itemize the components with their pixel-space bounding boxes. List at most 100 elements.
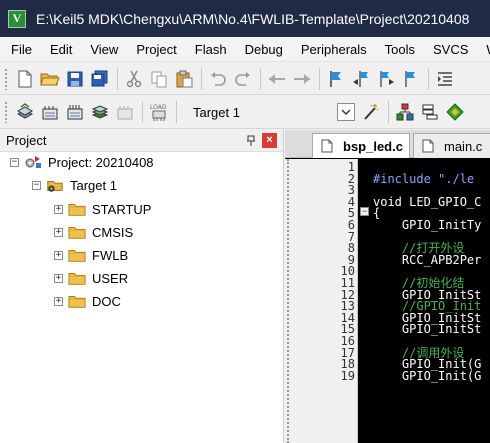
save-icon xyxy=(67,71,83,86)
insert-bookmark-button[interactable] xyxy=(324,67,348,91)
menu-file[interactable]: File xyxy=(0,42,41,57)
toolbar-separator xyxy=(388,101,389,123)
save-button[interactable] xyxy=(63,67,87,91)
code-line: #include "./le xyxy=(373,171,475,186)
toolbar-separator xyxy=(260,67,261,90)
tree-group-doc[interactable]: + DOC xyxy=(54,291,121,311)
menu-edit[interactable]: Edit xyxy=(41,42,81,57)
menu-window[interactable]: W xyxy=(477,42,490,57)
folder-icon xyxy=(68,293,86,309)
open-file-button[interactable] xyxy=(38,67,62,91)
arrow-right-icon xyxy=(294,73,310,84)
folder-icon xyxy=(68,201,86,217)
tab-main-c[interactable]: main.c xyxy=(413,133,490,158)
paste-button[interactable] xyxy=(172,67,196,91)
batch-build-icon xyxy=(91,105,109,119)
code-line: RCC_APB2Per xyxy=(373,252,482,267)
toolbar-separator xyxy=(117,67,118,90)
flag-icon xyxy=(330,70,341,87)
download-button[interactable]: LOAD xyxy=(147,100,171,124)
group-label: FWLB xyxy=(92,247,129,263)
undo-button[interactable] xyxy=(206,67,230,91)
expand-icon[interactable]: + xyxy=(54,273,63,283)
project-gear-icon xyxy=(24,154,42,170)
tree-project-root[interactable]: − Project: 20210408 xyxy=(10,152,154,172)
chevron-down-icon xyxy=(341,109,351,115)
group-label: USER xyxy=(92,270,129,286)
project-panel: Project × − Project: 20210408 − Target 1… xyxy=(0,130,284,443)
target-folder-icon xyxy=(46,177,64,193)
tree-group-user[interactable]: + USER xyxy=(54,268,128,288)
close-icon[interactable]: × xyxy=(262,133,277,148)
copy-button[interactable] xyxy=(147,67,171,91)
fold-collapse-icon[interactable]: − xyxy=(360,207,369,216)
clear-bookmarks-button[interactable] xyxy=(399,67,423,91)
code-line: GPIO_InitTy xyxy=(373,217,482,232)
line-number: 19 xyxy=(340,368,355,383)
tree-group-fwlb[interactable]: + FWLB xyxy=(54,245,128,265)
scissors-icon xyxy=(126,70,142,87)
menu-svcs[interactable]: SVCS xyxy=(424,42,477,57)
packs-icon xyxy=(422,104,438,120)
target-options-button[interactable] xyxy=(359,100,383,124)
arrow-left-icon xyxy=(269,73,285,84)
collapse-icon[interactable]: − xyxy=(32,180,41,190)
expand-icon[interactable]: + xyxy=(54,296,63,306)
select-packs-button[interactable] xyxy=(418,100,442,124)
menu-project[interactable]: Project xyxy=(127,42,185,57)
keil-app-icon[interactable]: V xyxy=(8,9,26,28)
toolbar-grip[interactable] xyxy=(4,67,8,90)
build-icon xyxy=(42,106,58,120)
pack-installer-button[interactable] xyxy=(443,100,467,124)
collapse-icon[interactable]: − xyxy=(10,157,19,167)
translate-button[interactable] xyxy=(13,100,37,124)
batch-build-button[interactable] xyxy=(88,100,112,124)
target-label: Target 1 xyxy=(70,177,117,193)
open-folder-icon xyxy=(40,73,60,85)
menu-view[interactable]: View xyxy=(81,42,127,57)
menu-peripherals[interactable]: Peripherals xyxy=(292,42,376,57)
rebuild-button[interactable] xyxy=(63,100,87,124)
tree-group-startup[interactable]: + STARTUP xyxy=(54,199,151,219)
previous-bookmark-button[interactable] xyxy=(349,67,373,91)
navigate-forward-button[interactable] xyxy=(290,67,314,91)
cut-button[interactable] xyxy=(122,67,146,91)
pin-icon[interactable] xyxy=(244,134,258,148)
bookmark-next-icon xyxy=(380,70,394,87)
stop-build-button[interactable] xyxy=(113,100,137,124)
line-number-gutter[interactable]: 1 2 3 4 5 6 7 8 9 10 11 12 13 14 15 16 17 18 19 xyxy=(285,159,358,443)
title-bar[interactable]: V E:\Keil5 MDK\Chengxu\ARM\No.4\FWLIB-Te… xyxy=(0,0,490,37)
code-line: GPIO_InitSt xyxy=(373,322,482,337)
tree-group-cmsis[interactable]: + CMSIS xyxy=(54,222,133,242)
save-all-icon xyxy=(91,70,108,86)
next-bookmark-button[interactable] xyxy=(374,67,398,91)
menu-flash[interactable]: Flash xyxy=(186,42,236,57)
indent-button[interactable] xyxy=(433,67,457,91)
menu-tools[interactable]: Tools xyxy=(376,42,424,57)
new-file-button[interactable] xyxy=(13,67,37,91)
indent-icon xyxy=(438,71,452,86)
navigate-back-button[interactable] xyxy=(265,67,289,91)
menu-debug[interactable]: Debug xyxy=(236,42,292,57)
target-dropdown-button[interactable] xyxy=(337,103,355,121)
stop-build-icon xyxy=(117,106,133,120)
editor-tabstrip: bsp_led.c main.c xyxy=(285,130,490,158)
code-text-area[interactable]: #include "./le void LED_GPIO_C{ GPIO_Ini… xyxy=(373,162,490,443)
build-button[interactable] xyxy=(38,100,62,124)
paste-icon xyxy=(176,70,193,87)
target-select[interactable]: Target 1 xyxy=(185,101,335,123)
expand-icon[interactable]: + xyxy=(54,204,63,214)
toolbar-grip[interactable] xyxy=(4,101,8,123)
tab-bsp-led-c[interactable]: bsp_led.c xyxy=(312,133,410,158)
toolbar-separator xyxy=(428,67,429,90)
toolbar-separator xyxy=(142,101,143,123)
expand-icon[interactable]: + xyxy=(54,250,63,260)
save-all-button[interactable] xyxy=(88,67,112,91)
editor-body[interactable]: 1 2 3 4 5 6 7 8 9 10 11 12 13 14 15 16 17 18 19 − #include… xyxy=(285,159,490,443)
tree-target[interactable]: − Target 1 xyxy=(32,175,117,195)
group-label: CMSIS xyxy=(92,224,134,240)
expand-icon[interactable]: + xyxy=(54,227,63,237)
c-file-icon xyxy=(422,139,434,153)
redo-button[interactable] xyxy=(231,67,255,91)
manage-project-items-button[interactable] xyxy=(393,100,417,124)
